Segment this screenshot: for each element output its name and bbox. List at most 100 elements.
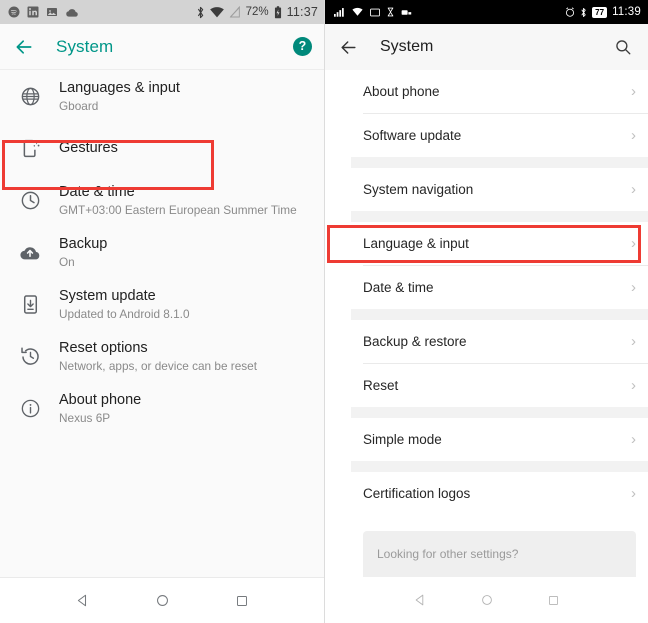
settings-group-4: Backup & restore › Reset › bbox=[351, 320, 648, 407]
list-item-title: Reset options bbox=[59, 339, 148, 356]
group-gap bbox=[351, 211, 648, 222]
list-item-subtitle: GMT+03:00 Eastern European Summer Time bbox=[59, 202, 297, 217]
nav-home-icon[interactable] bbox=[155, 593, 170, 608]
right-phone-screen: 77 11:39 System About phone › Software u… bbox=[324, 0, 648, 623]
list-item-certification-logos[interactable]: Certification logos › bbox=[351, 472, 648, 515]
nav-back-icon[interactable] bbox=[75, 593, 90, 608]
battery-percent-label: 72% bbox=[245, 6, 269, 18]
back-arrow-icon[interactable] bbox=[339, 38, 358, 57]
list-item-subtitle: Updated to Android 8.1.0 bbox=[59, 306, 190, 321]
alarm-icon bbox=[565, 7, 575, 17]
back-arrow-icon[interactable] bbox=[14, 37, 34, 57]
list-item-title: Date & time bbox=[363, 280, 434, 295]
chevron-right-icon: › bbox=[631, 431, 636, 448]
chevron-right-icon: › bbox=[631, 333, 636, 350]
chevron-right-icon: › bbox=[631, 235, 636, 252]
list-item-title: Certification logos bbox=[363, 486, 471, 501]
list-item-title: About phone bbox=[59, 391, 142, 408]
linkedin-icon bbox=[27, 6, 39, 18]
hourglass-icon bbox=[387, 7, 394, 17]
globe-icon bbox=[10, 86, 50, 107]
chevron-right-icon: › bbox=[631, 279, 636, 296]
settings-group-2: System navigation › bbox=[351, 168, 648, 211]
settings-group-6: Certification logos › Looking for other … bbox=[351, 472, 648, 577]
list-item-subtitle: Nexus 6P bbox=[59, 410, 111, 425]
settings-group-1: About phone › Software update › bbox=[351, 70, 648, 157]
list-item-date-time[interactable]: Date & time GMT+03:00 Eastern European S… bbox=[0, 174, 324, 226]
list-item-languages-input[interactable]: Languages & input Gboard bbox=[0, 70, 324, 122]
sim-icon bbox=[370, 8, 380, 17]
list-item-about-phone[interactable]: About phone Nexus 6P bbox=[0, 382, 324, 434]
list-item-subtitle: On bbox=[59, 254, 75, 269]
list-item-reset-options[interactable]: Reset options Network, apps, or device c… bbox=[0, 330, 324, 382]
left-nav-bar bbox=[0, 577, 324, 623]
other-settings-question: Looking for other settings? bbox=[377, 547, 519, 561]
list-item-backup[interactable]: Backup On bbox=[0, 226, 324, 278]
nav-recents-icon[interactable] bbox=[235, 594, 249, 608]
list-item-reset[interactable]: Reset › bbox=[351, 364, 648, 407]
page-title: System bbox=[56, 36, 114, 56]
right-nav-bar bbox=[325, 577, 648, 623]
list-item-title: Backup bbox=[59, 235, 108, 252]
help-circle-icon[interactable]: ? bbox=[293, 37, 312, 56]
left-settings-list: Languages & input Gboard Gestures Date &… bbox=[0, 70, 324, 577]
left-gutter bbox=[325, 70, 351, 577]
other-settings-card: Looking for other settings? Accessibilit… bbox=[363, 531, 636, 577]
list-item-backup-restore[interactable]: Backup & restore › bbox=[351, 320, 648, 363]
status-time: 11:37 bbox=[286, 5, 318, 19]
photo-icon bbox=[46, 6, 58, 18]
spotify-icon bbox=[8, 6, 20, 18]
list-item-title: System update bbox=[59, 287, 156, 304]
gestures-icon bbox=[10, 138, 50, 159]
battery-charging-icon bbox=[274, 5, 282, 19]
list-item-gestures[interactable]: Gestures bbox=[0, 122, 324, 174]
accessibility-link[interactable]: Accessibility bbox=[377, 576, 622, 577]
chevron-right-icon: › bbox=[631, 83, 636, 100]
left-app-bar: System ? bbox=[0, 24, 324, 70]
left-status-bar: 72% 11:37 bbox=[0, 0, 324, 24]
wifi-icon bbox=[352, 7, 363, 17]
list-item-system-update[interactable]: System update Updated to Android 8.1.0 bbox=[0, 278, 324, 330]
list-item-title: Software update bbox=[363, 128, 462, 143]
chevron-right-icon: › bbox=[631, 377, 636, 394]
wifi-icon bbox=[209, 6, 224, 18]
cloud-upload-icon bbox=[10, 241, 50, 263]
nav-home-icon[interactable] bbox=[480, 593, 494, 607]
right-status-bar: 77 11:39 bbox=[325, 0, 648, 24]
list-item-system-navigation[interactable]: System navigation › bbox=[351, 168, 648, 211]
status-time: 11:39 bbox=[612, 6, 641, 18]
list-item-date-time[interactable]: Date & time › bbox=[351, 266, 648, 309]
signal-bars-icon bbox=[334, 7, 345, 17]
search-icon[interactable] bbox=[614, 38, 632, 56]
chevron-right-icon: › bbox=[631, 181, 636, 198]
right-app-bar: System bbox=[325, 24, 648, 70]
list-item-language-input[interactable]: Language & input › bbox=[351, 222, 648, 265]
list-item-title: About phone bbox=[363, 84, 440, 99]
right-settings-list: About phone › Software update › System n… bbox=[325, 70, 648, 577]
left-phone-screen: 72% 11:37 System ? Languages & input Gbo… bbox=[0, 0, 324, 623]
list-item-title: Simple mode bbox=[363, 432, 442, 447]
list-item-title: Backup & restore bbox=[363, 334, 467, 349]
group-gap bbox=[351, 407, 648, 418]
system-update-icon bbox=[10, 294, 50, 315]
group-gap bbox=[351, 157, 648, 168]
settings-group-3: Language & input › Date & time › bbox=[327, 222, 648, 309]
nav-back-icon[interactable] bbox=[413, 593, 427, 607]
list-item-subtitle: Gboard bbox=[59, 98, 99, 113]
info-icon bbox=[10, 398, 50, 419]
clock-icon bbox=[10, 190, 50, 211]
page-title: System bbox=[380, 38, 434, 55]
vpn-icon bbox=[401, 8, 412, 17]
nav-recents-icon[interactable] bbox=[547, 594, 560, 607]
chevron-right-icon: › bbox=[631, 127, 636, 144]
list-item-title: System navigation bbox=[363, 182, 474, 197]
dual-screenshot-comparison: 72% 11:37 System ? Languages & input Gbo… bbox=[0, 0, 648, 623]
list-item-software-update[interactable]: Software update › bbox=[351, 114, 648, 157]
settings-group-5: Simple mode › bbox=[351, 418, 648, 461]
cloud-icon bbox=[65, 7, 79, 18]
list-item-simple-mode[interactable]: Simple mode › bbox=[351, 418, 648, 461]
bluetooth-icon bbox=[196, 6, 205, 19]
group-gap bbox=[351, 309, 648, 320]
list-item-about-phone[interactable]: About phone › bbox=[351, 70, 648, 113]
list-item-title: Language & input bbox=[363, 236, 469, 251]
